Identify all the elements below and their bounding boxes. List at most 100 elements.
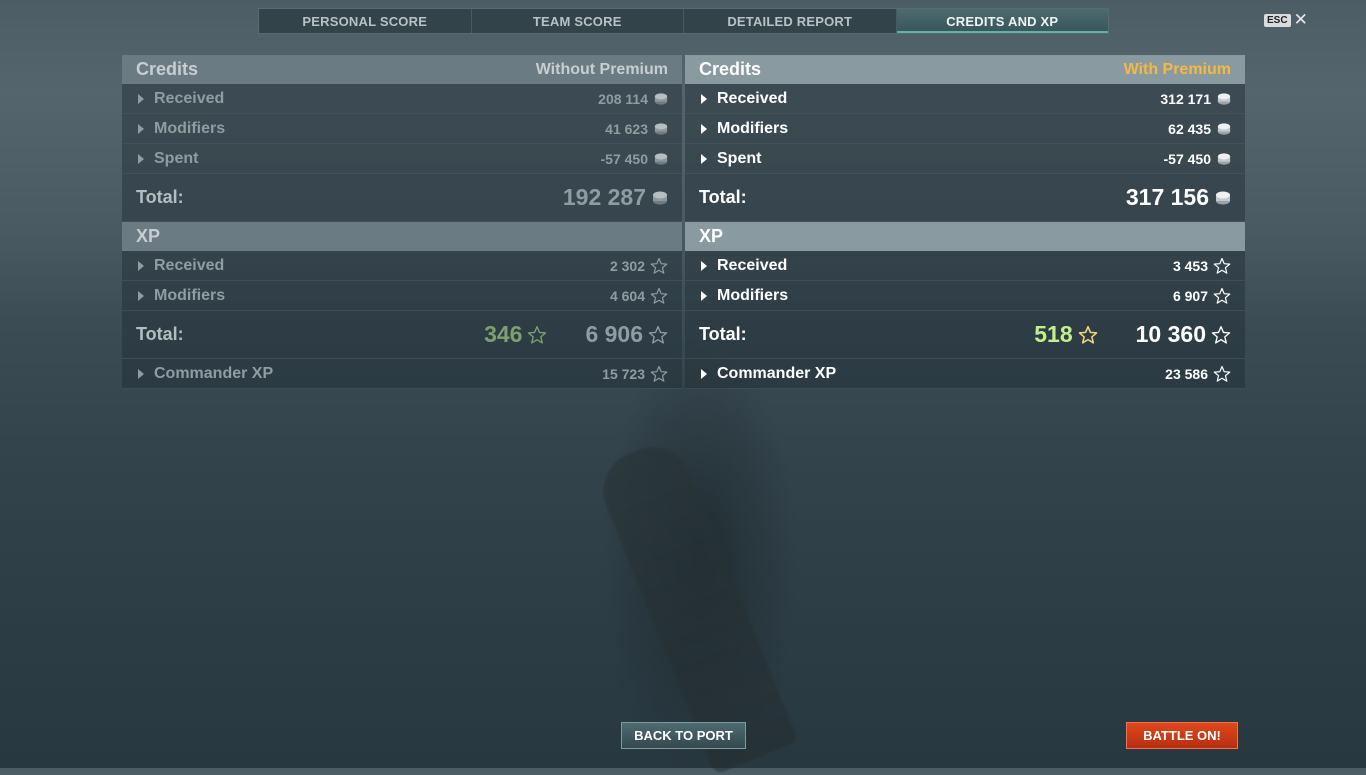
expand-arrow-icon[interactable] [701,123,707,134]
xp-modifiers-row[interactable]: Modifiers 4 604 [122,281,682,311]
row-label: Spent [154,149,199,167]
total-value: 10 360 [1135,321,1206,347]
credits-coin-icon [1217,92,1231,105]
xp-title: XP [136,226,161,246]
premium-label: Without Premium [535,60,668,78]
tab-credits-and-xp[interactable]: CREDITS AND XP [896,9,1108,33]
xp-star-icon [1213,287,1231,304]
panel-without-premium: Credits Without Premium Received 208 114… [122,55,682,389]
tab-detailed-report[interactable]: DETAILED REPORT [684,9,897,33]
row-label: Modifiers [717,119,789,137]
row-value: 41 623 [605,120,648,137]
credits-total-row: Total: 192 287 [122,174,682,222]
row-label: Modifiers [154,119,226,137]
row-label: Received [717,89,788,107]
row-label: Commander XP [717,364,837,382]
total-label: Total: [699,187,747,207]
row-value: 4 604 [609,287,645,304]
row-value: 6 907 [1172,287,1208,304]
credits-received-row[interactable]: Received 208 114 [122,84,682,114]
expand-arrow-icon[interactable] [701,153,707,164]
credits-coin-icon [654,122,668,135]
expand-arrow-icon[interactable] [701,260,707,271]
credits-coin-icon [1217,152,1231,165]
back-to-port-button[interactable]: BACK TO PORT [621,722,746,749]
row-label: Spent [717,149,762,167]
commander-xp-row[interactable]: Commander XP 15 723 [122,359,682,389]
expand-arrow-icon[interactable] [138,260,144,271]
expand-arrow-icon[interactable] [701,290,707,301]
credits-header: Credits Without Premium [122,55,682,84]
total-value: 6 906 [585,321,643,347]
xp-header: XP [685,222,1245,251]
row-value: 312 171 [1160,90,1211,107]
credits-received-row[interactable]: Received 312 171 [685,84,1245,114]
row-value: -57 450 [1163,150,1211,167]
row-label: Modifiers [154,286,226,304]
free-xp-star-icon [528,325,547,344]
credits-title: Credits [136,59,199,79]
tab-team-score[interactable]: TEAM SCORE [472,9,684,33]
xp-received-row[interactable]: Received 3 453 [685,251,1245,281]
expand-arrow-icon[interactable] [701,93,707,104]
expand-arrow-icon[interactable] [138,153,144,164]
expand-arrow-icon[interactable] [138,93,144,104]
row-value: 23 586 [1165,365,1208,382]
battle-on-button[interactable]: BATTLE ON! [1126,722,1238,749]
xp-star-icon [1213,365,1231,382]
tab-bar: PERSONAL SCORE TEAM SCORE DETAILED REPOR… [258,8,1109,34]
total-label: Total: [699,324,747,344]
xp-star-icon [648,325,668,344]
row-value: -57 450 [600,150,648,167]
tab-personal-score[interactable]: PERSONAL SCORE [259,9,472,33]
free-xp-value: 346 [484,321,523,347]
free-xp-star-icon [1078,325,1097,344]
credits-coin-icon [654,152,668,165]
row-label: Commander XP [154,364,274,382]
panel-with-premium: Credits With Premium Received 312 171 Mo… [685,55,1245,389]
row-label: Modifiers [717,286,789,304]
row-label: Received [717,256,788,274]
row-value: 2 302 [609,257,645,274]
close-button[interactable]: ESC ✕ [1264,11,1308,28]
credits-coin-icon [1217,122,1231,135]
credits-total-row: Total: 317 156 [685,174,1245,222]
expand-arrow-icon[interactable] [138,123,144,134]
row-value: 15 723 [602,365,645,382]
expand-arrow-icon[interactable] [138,290,144,301]
xp-total-row: Total: 518 10 360 [685,311,1245,359]
close-icon[interactable]: ✕ [1294,11,1308,28]
row-value: 62 435 [1168,120,1211,137]
xp-star-icon [1213,257,1231,274]
credits-coin-icon [654,92,668,105]
xp-received-row[interactable]: Received 2 302 [122,251,682,281]
esc-key-label: ESC [1264,13,1291,27]
credits-modifiers-row[interactable]: Modifiers 62 435 [685,114,1245,144]
expand-arrow-icon[interactable] [138,368,144,379]
row-value: 3 453 [1172,257,1208,274]
row-value: 208 114 [598,90,648,107]
xp-header: XP [122,222,682,251]
xp-modifiers-row[interactable]: Modifiers 6 907 [685,281,1245,311]
credits-coin-icon [1216,191,1230,204]
credits-title: Credits [699,59,762,79]
total-value: 192 287 [562,184,646,210]
credits-spent-row[interactable]: Spent -57 450 [122,144,682,174]
premium-label: With Premium [1123,60,1231,78]
row-label: Received [154,256,225,274]
xp-title: XP [699,226,724,246]
credits-coin-icon [653,191,667,204]
expand-arrow-icon[interactable] [701,368,707,379]
row-label: Received [154,89,225,107]
xp-star-icon [650,257,668,274]
xp-star-icon [650,287,668,304]
credits-spent-row[interactable]: Spent -57 450 [685,144,1245,174]
free-xp-value: 518 [1034,321,1073,347]
xp-star-icon [1211,325,1231,344]
xp-total-row: Total: 346 6 906 [122,311,682,359]
total-value: 317 156 [1125,184,1209,210]
total-label: Total: [136,187,184,207]
commander-xp-row[interactable]: Commander XP 23 586 [685,359,1245,389]
credits-modifiers-row[interactable]: Modifiers 41 623 [122,114,682,144]
total-label: Total: [136,324,184,344]
